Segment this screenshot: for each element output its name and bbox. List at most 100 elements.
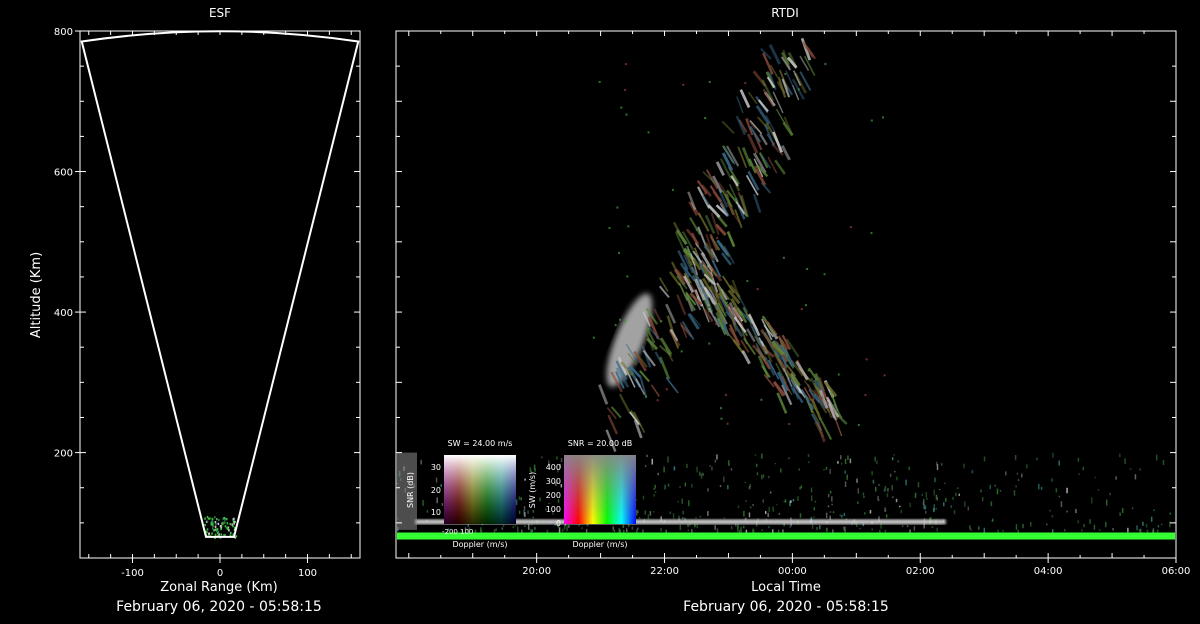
rtdi-layer-echo: [760, 474, 763, 480]
rtdi-layer-echo: [810, 495, 813, 502]
rtdi-layer-echo: [1051, 529, 1054, 533]
rtdi-layer-echo: [744, 481, 746, 484]
rtdi-layer-echo: [1157, 525, 1160, 528]
rtdi-layer-echo: [756, 472, 759, 476]
rtdi-layer-echo: [844, 481, 847, 488]
sw-legend-x-label: Doppler (m/s): [452, 540, 507, 549]
snr-legend-ytick: 100: [546, 505, 561, 514]
rtdi-plume-streak: [721, 275, 735, 294]
rtdi-layer-echo: [936, 497, 939, 501]
rtdi-layer-echo: [695, 516, 697, 519]
rtdi-sparse-echo: [849, 226, 852, 229]
rtdi-layer-echo: [886, 493, 889, 498]
rtdi-sparse-echo: [807, 369, 810, 372]
rtdi-layer-echo: [797, 496, 799, 502]
rtdi-layer-echo: [1094, 476, 1097, 479]
rtdi-layer-echo: [895, 498, 898, 503]
esf-x-tick-label: 0: [217, 568, 223, 579]
rtdi-layer-echo: [792, 499, 795, 502]
rtdi-layer-echo: [963, 463, 965, 469]
rtdi-layer-echo: [990, 501, 993, 507]
rtdi-sparse-echo: [644, 395, 647, 398]
esf-echo-point: [211, 532, 213, 535]
rtdi-layer-echo: [699, 515, 702, 518]
snr-legend-ytick: 200: [546, 491, 561, 500]
rtdi-layer-echo: [1097, 489, 1100, 491]
rtdi-plume-streak: [658, 285, 670, 299]
rtdi-layer-echo: [561, 528, 564, 533]
rtdi-sparse-echo: [618, 251, 621, 254]
rtdi-layer-echo: [762, 474, 765, 478]
rtdi-layer-echo: [844, 458, 847, 465]
rtdi-layer-echo: [999, 489, 1002, 492]
rtdi-layer-echo: [566, 525, 568, 532]
rtdi-layer-echo: [924, 505, 927, 510]
sw-legend-title: SW = 24.00 m/s: [448, 439, 513, 448]
rtdi-layer-echo: [925, 491, 928, 498]
rtdi-layer-echo: [711, 466, 713, 471]
rtdi-layer-echo: [581, 527, 583, 530]
rtdi-layer-echo: [420, 459, 422, 465]
rtdi-sparse-echo: [746, 280, 749, 283]
esf-y-label: Altitude (Km): [29, 252, 44, 338]
rtdi-layer-echo: [702, 472, 704, 477]
rtdi-layer-echo: [1150, 516, 1153, 522]
esf-echo-point: [220, 533, 223, 536]
rtdi-layer-echo: [1058, 460, 1060, 466]
rtdi-layer-echo: [524, 525, 526, 528]
rtdi-layer-echo: [1142, 521, 1144, 526]
esf-echo-point: [211, 527, 214, 530]
esf-echo-point: [226, 522, 229, 525]
rtdi-sparse-echo: [870, 232, 873, 235]
rtdi-layer-echo: [776, 504, 778, 506]
rtdi-sparse-echo: [864, 393, 867, 396]
rtdi-plume-streak: [767, 156, 778, 174]
rtdi-sparse-echo: [756, 288, 759, 291]
rtdi-layer-echo: [1138, 529, 1141, 532]
rtdi-plume-streak: [665, 303, 677, 324]
rtdi-layer-echo: [743, 510, 745, 517]
rtdi-sparse-echo: [782, 256, 785, 259]
esf-x-axis: -100 0 100: [88, 31, 352, 579]
rtdi-layer-echo: [1145, 523, 1148, 528]
rtdi-layer-echo: [844, 470, 846, 474]
rtdi-layer-echo: [780, 468, 782, 473]
rtdi-layer-echo: [955, 492, 957, 497]
sw-legend-ytick: 20: [431, 486, 441, 495]
rtdi-x-tick-label: 02:00: [906, 566, 935, 577]
snr-legend-y-label: SW (m/s): [528, 472, 537, 508]
rtdi-sparse-echo: [719, 407, 722, 410]
rtdi-layer-echo: [518, 510, 521, 515]
rtdi-layer-echo: [1124, 458, 1126, 464]
rtdi-layer-echo: [512, 525, 515, 529]
rtdi-sparse-echo: [624, 320, 627, 323]
rtdi-sparse-echo: [708, 342, 711, 345]
rtdi-plume: [592, 37, 886, 452]
rtdi-panel: RTDI 20:00 22:00 00:00 02:00 04:00 06:00 Loca…: [395, 6, 1190, 615]
rtdi-layer-echo: [694, 524, 696, 528]
rtdi-layer-echo: [1013, 490, 1016, 496]
rtdi-sparse-echo: [592, 336, 595, 339]
rtdi-layer-echo: [1015, 524, 1018, 530]
rtdi-layer-echo: [716, 454, 718, 460]
rtdi-plume-streak: [658, 356, 671, 380]
rtdi-layer-echo: [992, 518, 994, 522]
rtdi-layer-echo: [534, 467, 536, 472]
rtdi-layer-echo: [825, 512, 828, 518]
esf-echo-point: [219, 524, 222, 528]
rtdi-layer-echo: [441, 503, 444, 506]
rtdi-sparse-echo: [614, 324, 617, 327]
rtdi-layer-echo: [426, 509, 429, 513]
rtdi-layer-echo: [480, 527, 482, 533]
snr-legend-ytick: 400: [546, 463, 561, 472]
rtdi-layer-echo: [843, 526, 845, 531]
rtdi-layer-echo: [737, 505, 740, 509]
rtdi-layer-echo: [897, 460, 899, 463]
rtdi-layer-echo: [921, 494, 923, 496]
rtdi-x-tick-label: 20:00: [522, 566, 551, 577]
rtdi-layer-echo: [884, 485, 887, 491]
rtdi-layer-echo: [626, 528, 628, 532]
rtdi-layer-echo: [682, 510, 684, 515]
rtdi-layer-echo: [520, 497, 522, 501]
esf-echo-point: [206, 528, 209, 531]
